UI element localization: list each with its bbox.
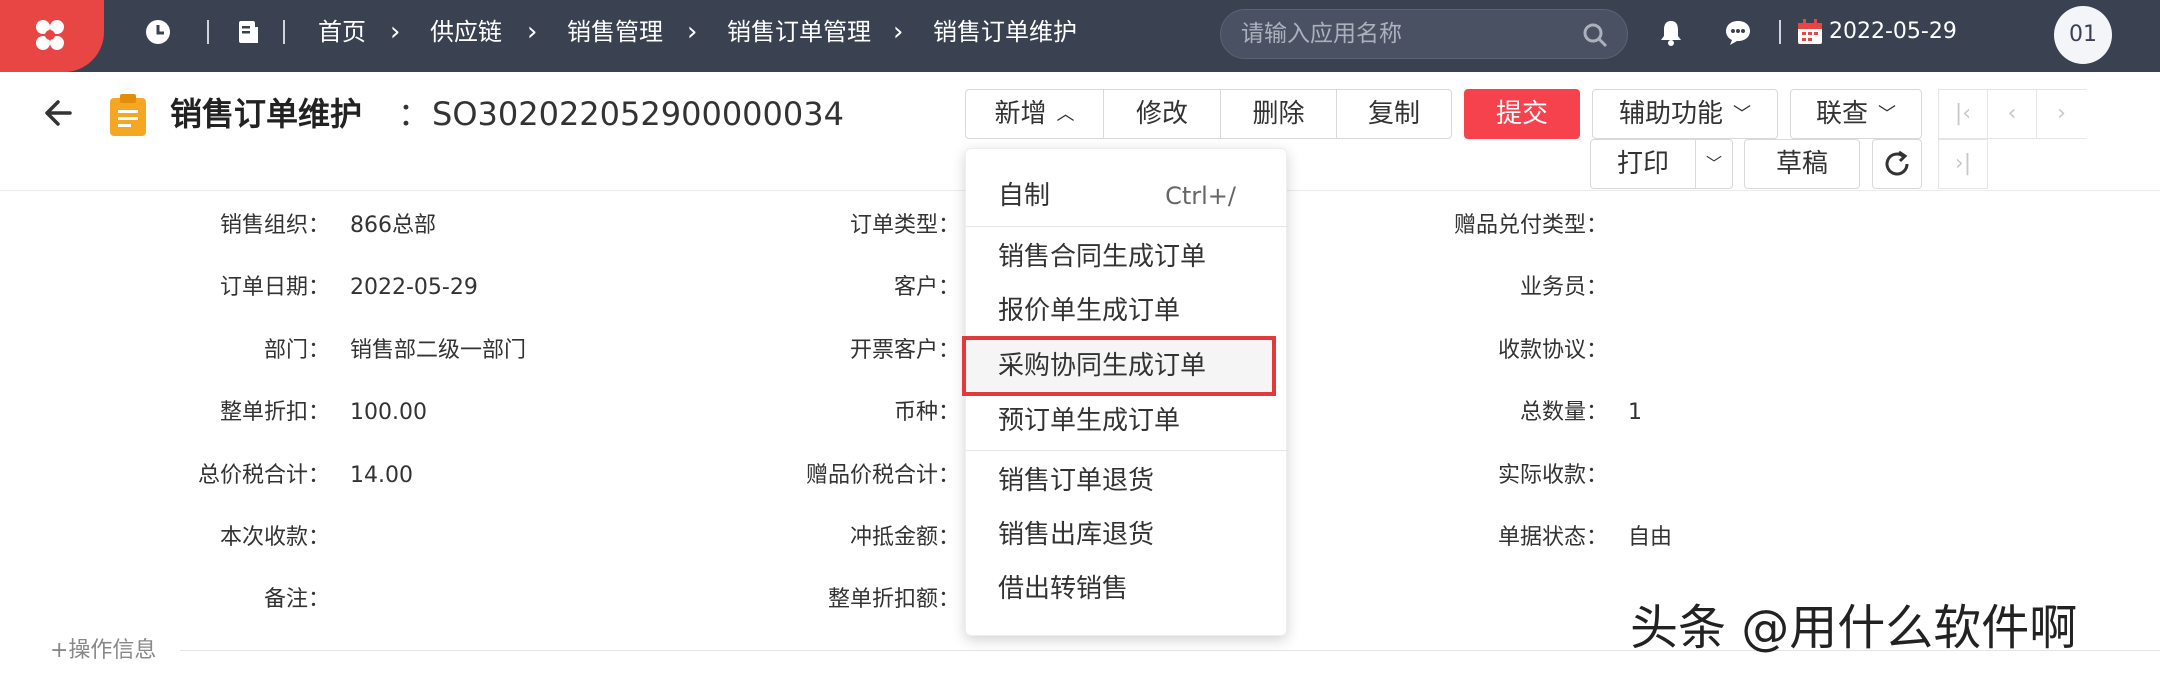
document-icon[interactable]	[232, 16, 264, 48]
chevron-up-icon: ︿	[1056, 103, 1075, 125]
breadcrumb-sales-order-maintenance[interactable]: 销售订单维护	[933, 16, 1077, 48]
linked-query-button[interactable]: 联查 ﹀	[1790, 89, 1922, 139]
current-date[interactable]: 2022-05-29	[1829, 16, 1957, 48]
field-value-document-status[interactable]: 自由	[1628, 523, 1672, 553]
delete-button[interactable]: 删除	[1221, 90, 1337, 138]
field-label-offset-amount: 冲抵金额：	[849, 525, 960, 550]
watermark-text: 头条 @用什么软件啊	[1630, 600, 2078, 656]
chevron-down-icon: ﹀	[1705, 154, 1722, 173]
bell-icon[interactable]	[1655, 16, 1687, 48]
field-label-actual-receipt: 实际收款：	[1497, 463, 1608, 488]
field-label-document-status: 单据状态：	[1497, 525, 1608, 550]
print-button[interactable]: 打印	[1590, 139, 1696, 189]
order-number: SO302022052900000034	[432, 95, 844, 133]
field-label-currency: 币种：	[893, 400, 960, 425]
add-button-label: 新增	[994, 99, 1047, 129]
breadcrumb-home[interactable]: 首页	[318, 16, 366, 48]
field-label-total-price-tax: 总价税合计：	[197, 463, 330, 488]
field-label-sales-org: 销售组织：	[219, 213, 330, 238]
field-label-discount: 整单折扣：	[219, 400, 330, 425]
field-label-order-type: 订单类型：	[849, 213, 960, 238]
last-page-icon[interactable]: ›|	[1938, 139, 1988, 189]
add-dropdown-menu: 自制 Ctrl+/ 销售合同生成订单 报价单生成订单 采购协同生成订单 预订单生…	[962, 148, 1288, 636]
page-title: 销售订单维护	[170, 95, 363, 133]
edit-button[interactable]: 修改	[1104, 90, 1221, 138]
field-label-department: 部门：	[263, 338, 330, 363]
menu-divider	[966, 226, 1288, 227]
top-navigation-bar: 首页 › 供应链 › 销售管理 › 销售订单管理 › 销售订单维护 2022-0…	[0, 0, 2160, 72]
app-search-box[interactable]	[1220, 9, 1628, 59]
operation-info-toggle[interactable]: +操作信息	[50, 636, 156, 666]
field-label-customer: 客户：	[893, 275, 960, 300]
menu-item-from-purchase-collab[interactable]: 采购协同生成订单	[962, 336, 1276, 396]
menu-item-from-pre-order[interactable]: 预订单生成订单	[966, 396, 1288, 446]
action-button-group: 新增 ︿ 修改 删除 复制	[965, 89, 1452, 139]
menu-divider	[966, 450, 1288, 451]
separator	[283, 20, 285, 44]
refresh-icon	[1885, 150, 1909, 176]
search-icon[interactable]	[1581, 21, 1609, 53]
menu-item-sales-outbound-return[interactable]: 销售出库退货	[966, 510, 1288, 560]
field-value-department[interactable]: 销售部二级一部门	[350, 336, 526, 366]
field-value-discount[interactable]: 100.00	[350, 398, 427, 428]
previous-page-icon[interactable]: ‹	[1987, 89, 2037, 139]
field-value-total-quantity[interactable]: 1	[1628, 398, 1642, 428]
menu-item-from-quotation[interactable]: 报价单生成订单	[966, 286, 1288, 336]
calendar-icon[interactable]	[1794, 16, 1826, 48]
submit-button[interactable]: 提交	[1464, 89, 1580, 139]
chevron-right-icon: ›	[390, 17, 401, 47]
avatar[interactable]: 01	[2054, 6, 2112, 64]
search-input[interactable]	[1241, 18, 1561, 50]
refresh-button[interactable]	[1872, 139, 1922, 189]
field-label-gift-redemption-type: 赠品兑付类型：	[1453, 213, 1608, 238]
next-page-icon[interactable]: ›	[2036, 89, 2086, 139]
menu-item-loan-to-sale[interactable]: 借出转销售	[966, 564, 1288, 614]
chevron-down-icon: ﹀	[1878, 103, 1896, 125]
breadcrumb-supply-chain[interactable]: 供应链	[430, 16, 502, 48]
clock-icon[interactable]	[142, 16, 174, 48]
title-colon: ：	[398, 95, 431, 133]
chevron-right-icon: ›	[893, 17, 904, 47]
chevron-right-icon: ›	[527, 17, 538, 47]
field-label-remarks: 备注：	[263, 587, 330, 612]
field-label-payment-agreement: 收款协议：	[1497, 338, 1608, 363]
separator	[207, 20, 209, 44]
back-arrow-icon[interactable]	[40, 95, 76, 135]
print-dropdown-button[interactable]: ﹀	[1695, 139, 1733, 189]
field-label-total-quantity: 总数量：	[1519, 400, 1608, 425]
app-logo[interactable]	[0, 0, 104, 72]
auxiliary-functions-button[interactable]: 辅助功能 ﹀	[1592, 89, 1778, 139]
field-label-current-receipt: 本次收款：	[219, 525, 330, 550]
menu-item-sales-order-return[interactable]: 销售订单退货	[966, 456, 1288, 506]
menu-item-label: 自制	[998, 181, 1051, 211]
first-page-icon[interactable]: |‹	[1938, 89, 1988, 139]
draft-button[interactable]: 草稿	[1744, 139, 1860, 189]
copy-button[interactable]: 复制	[1337, 90, 1451, 138]
flower-logo-icon	[36, 20, 64, 50]
field-label-gift-price-tax: 赠品价税合计：	[805, 463, 960, 488]
linked-query-label: 联查	[1815, 99, 1868, 129]
add-button[interactable]: 新增 ︿	[966, 90, 1104, 138]
field-label-invoice-customer: 开票客户：	[849, 338, 960, 363]
breadcrumb-sales-management[interactable]: 销售管理	[567, 16, 663, 48]
field-value-order-date[interactable]: 2022-05-29	[350, 273, 478, 303]
chat-icon[interactable]	[1722, 16, 1754, 48]
field-value-sales-org[interactable]: 866总部	[350, 211, 436, 241]
field-label-discount-amount: 整单折扣额：	[827, 587, 960, 612]
field-label-salesperson: 业务员：	[1519, 275, 1608, 300]
field-value-total-price-tax[interactable]: 14.00	[350, 461, 413, 491]
field-label-order-date: 订单日期：	[219, 275, 330, 300]
clipboard-icon	[108, 92, 148, 142]
menu-item-self-made[interactable]: 自制 Ctrl+/	[966, 171, 1288, 221]
separator	[1779, 20, 1781, 44]
chevron-down-icon: ﹀	[1733, 103, 1751, 125]
breadcrumb-sales-order-management[interactable]: 销售订单管理	[727, 16, 871, 48]
auxiliary-functions-label: 辅助功能	[1618, 99, 1723, 129]
chevron-right-icon: ›	[687, 17, 698, 47]
menu-item-from-sales-contract[interactable]: 销售合同生成订单	[966, 232, 1288, 282]
menu-item-shortcut: Ctrl+/	[1165, 182, 1236, 210]
